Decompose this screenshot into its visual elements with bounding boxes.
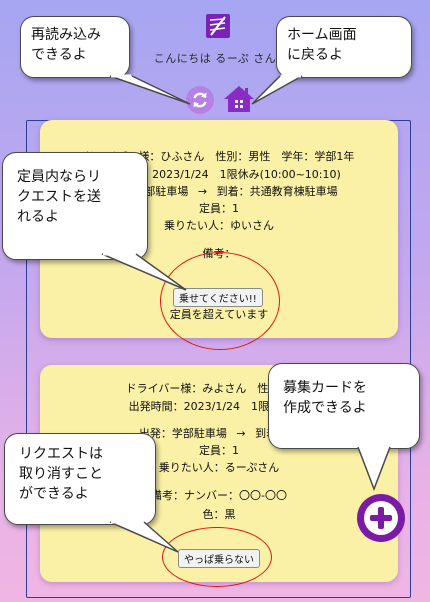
cancel-tooltip: リクエストは 取り消すこと ができるよ [4, 433, 156, 525]
app-logo [206, 14, 230, 38]
route-arrow: → [197, 185, 208, 198]
plus-icon [364, 501, 398, 535]
home-tooltip-tail [251, 74, 303, 105]
cancel-tooltip-tail [109, 520, 179, 553]
reload-tooltip-tail [109, 74, 191, 105]
reload-tooltip: 再読み込み できるよ [20, 16, 130, 78]
home-tooltip: ホーム画面 に戻るよ [276, 16, 412, 78]
create-card-tooltip: 募集カードを 作成できるよ [268, 363, 420, 449]
create-card-button[interactable] [357, 494, 405, 542]
request-tooltip-tail [101, 252, 187, 291]
route-to: 到着：共通教育棟駐車場 [216, 185, 338, 198]
route-arrow: → [236, 427, 246, 440]
request-tooltip: 定員内ならリ クエストを送 れるよ [2, 152, 148, 260]
create-card-tooltip-tail [357, 445, 391, 492]
